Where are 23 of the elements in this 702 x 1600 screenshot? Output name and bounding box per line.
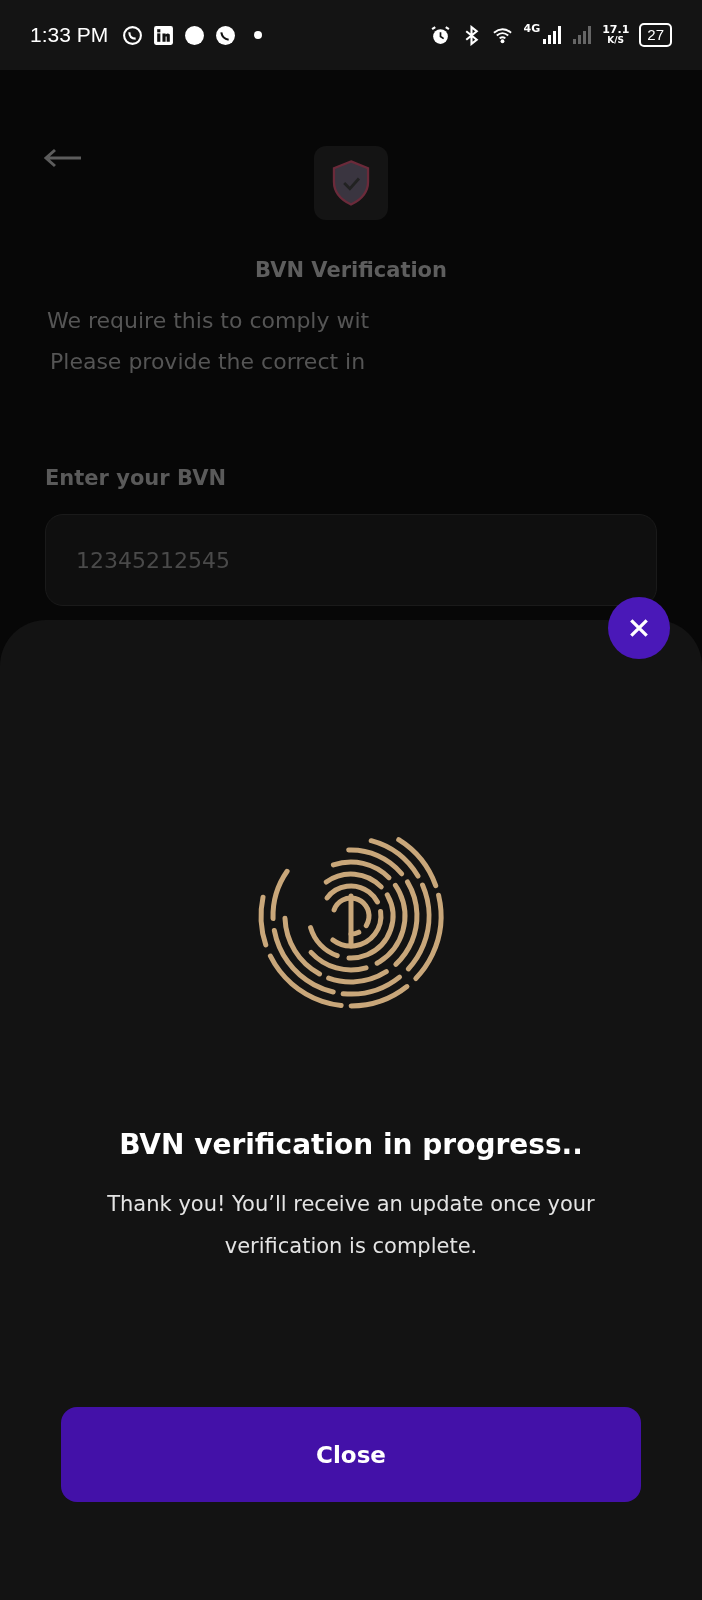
speed-value: 17.1 [602,24,630,35]
chat-icon [122,24,144,46]
shield-icon [314,146,388,220]
sheet-message: Thank you! You’ll receive an update once your verification is complete. [106,1191,596,1260]
signal-icon [542,25,563,45]
close-icon [628,617,650,639]
sheet-heading: BVN verification in progress.. [119,1128,583,1161]
speed-unit: K/S [607,35,625,46]
signal-icon [572,25,593,45]
field-label: Enter your BVN [45,466,226,490]
phone-icon [215,24,237,46]
back-arrow-icon[interactable] [43,148,83,168]
close-button[interactable]: Close [61,1407,641,1502]
description-text: Please provide the correct in [50,349,366,374]
app-icon [153,24,175,46]
circle-icon [184,24,206,46]
page-title: BVN Verification [255,258,447,282]
network-type: 4G [523,22,541,35]
dot-icon [254,31,263,39]
alarm-icon [430,24,452,46]
status-time: 1:33 PM [30,23,109,47]
description-text: We require this to comply wit [47,308,370,333]
battery-indicator: 27 [639,23,672,47]
